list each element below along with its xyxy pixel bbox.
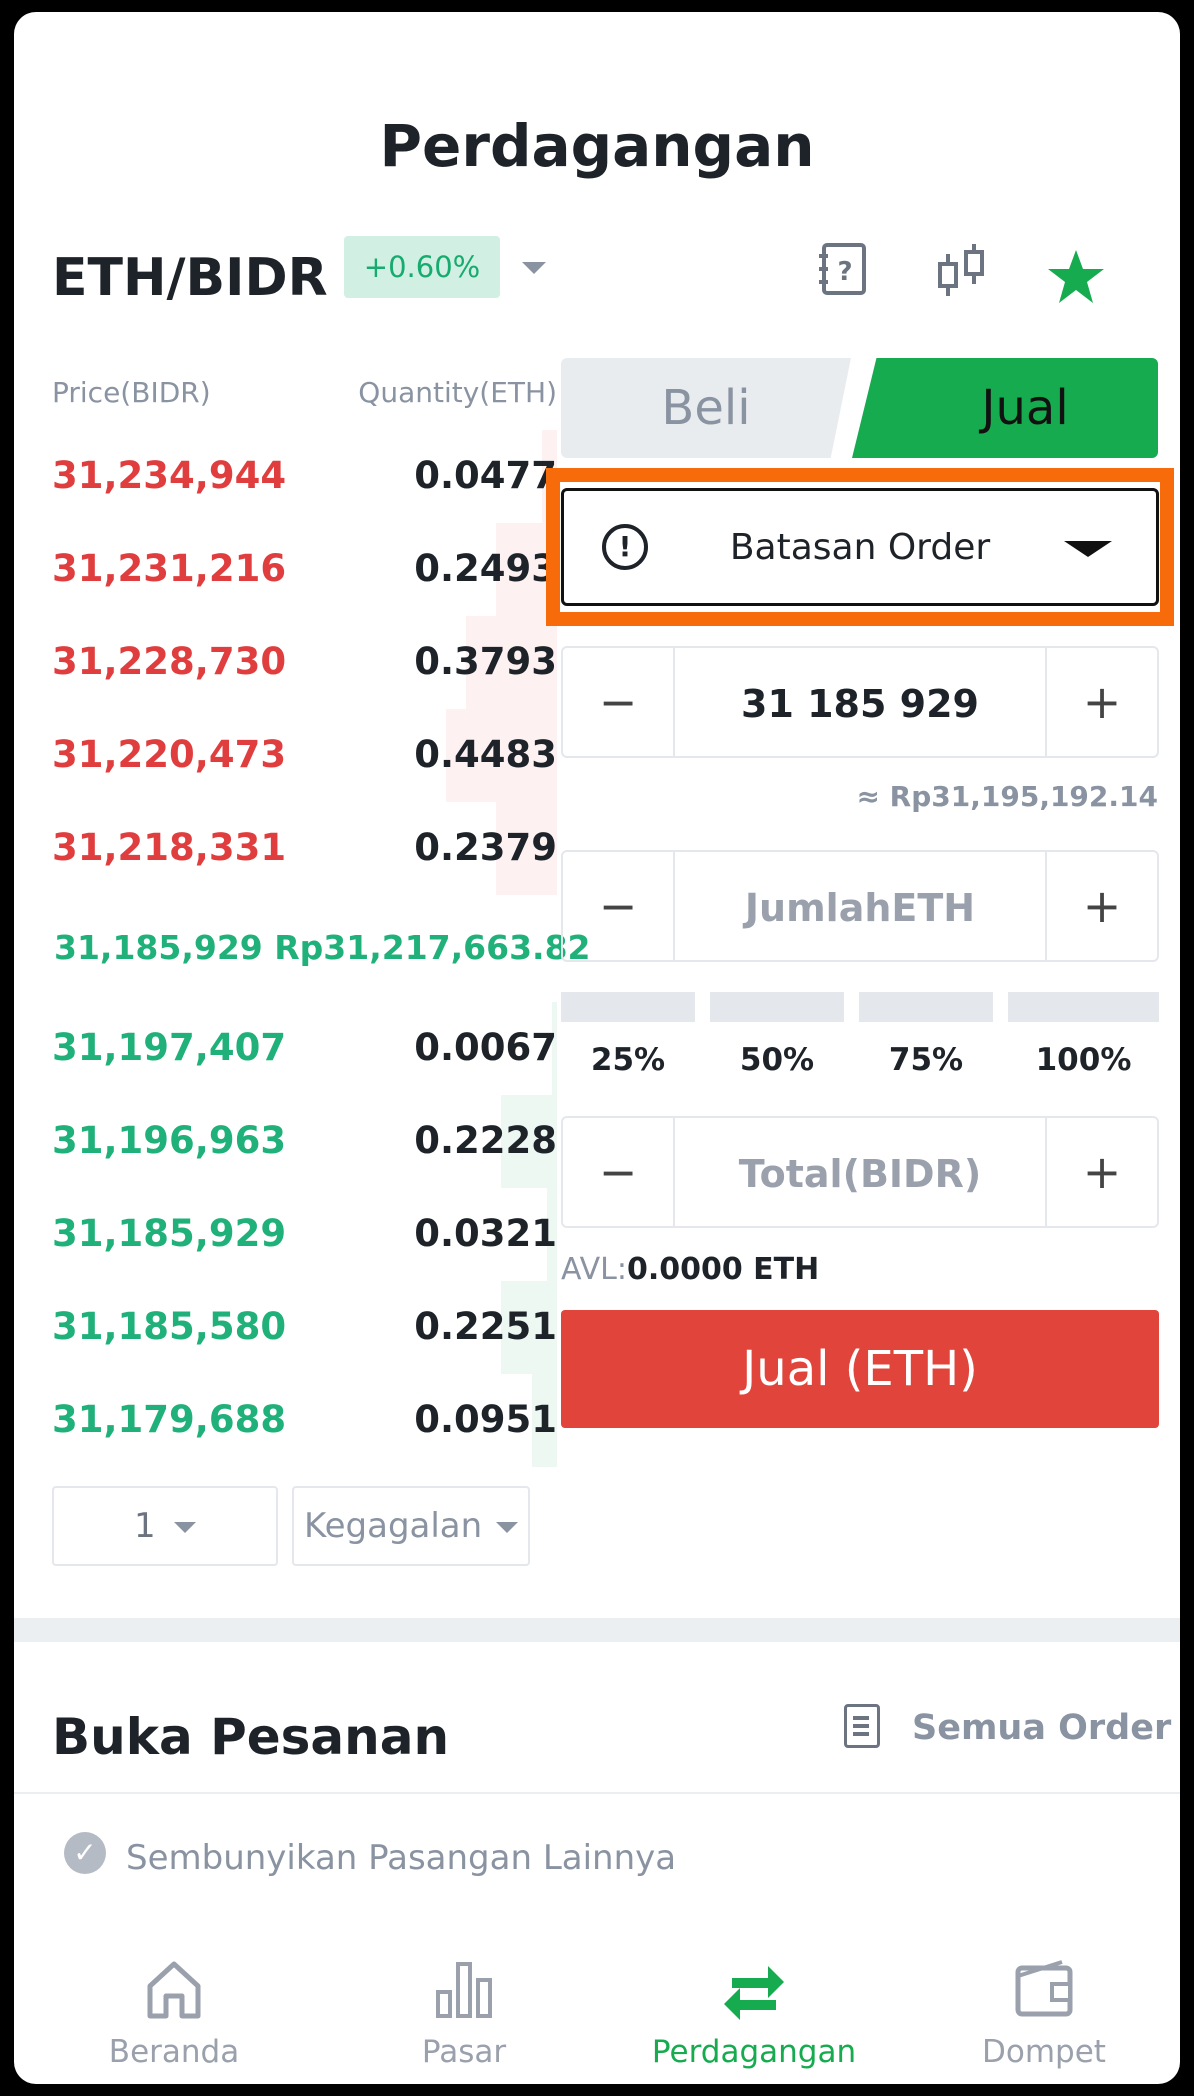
total-input[interactable]: Total(BIDR)	[675, 1152, 1045, 1196]
percent-bar-75[interactable]	[859, 992, 993, 1022]
swap-arrows-icon	[724, 1966, 784, 2020]
orderbook-quantity: 0.2493	[414, 547, 557, 590]
percent-label-100[interactable]: 100%	[1008, 1042, 1159, 1078]
precision-value: 1	[134, 1506, 156, 1546]
price-column-header: Price(BIDR)	[52, 376, 211, 409]
total-plus-button[interactable]: +	[1045, 1118, 1157, 1226]
available-label: AVL:	[561, 1252, 627, 1287]
orderbook-price: 31,218,331	[52, 826, 287, 869]
pair-dropdown-icon[interactable]	[522, 262, 546, 274]
percent-label-75[interactable]: 75%	[859, 1042, 993, 1078]
orderbook-price: 31,185,929	[52, 1212, 287, 1255]
orderbook-quantity: 0.2379	[414, 826, 557, 869]
percent-label-25[interactable]: 25%	[561, 1042, 695, 1078]
orderbook-row[interactable]: 31,179,688 0.0951	[52, 1374, 557, 1467]
orderbook-row[interactable]: 31,220,473 0.4483	[52, 709, 557, 802]
orderbook-row[interactable]: 31,218,331 0.2379	[52, 802, 557, 895]
percent-bar-25[interactable]	[561, 992, 695, 1022]
open-orders-title: Buka Pesanan	[52, 1708, 450, 1766]
depth-mode-select[interactable]: Kegagalan	[292, 1486, 530, 1566]
last-price[interactable]: 31,185,929 Rp31,217,663.82	[54, 928, 591, 967]
tab-buy-label: Beli	[661, 380, 751, 436]
tab-sell[interactable]: Jual	[852, 358, 1158, 458]
tab-buy[interactable]: Beli	[561, 358, 851, 458]
pair-selector[interactable]: ETH/BIDR	[52, 248, 328, 308]
orderbook-quantity: 0.0477	[414, 454, 557, 497]
total-stepper[interactable]: − Total(BIDR) +	[561, 1116, 1159, 1228]
question-book-icon[interactable]: ?	[818, 242, 868, 296]
app-screen: Perdagangan ETH/BIDR +0.60% ? Price(BIDR…	[14, 12, 1180, 2084]
amount-input[interactable]: JumlahETH	[675, 886, 1045, 930]
orderbook-quantity: 0.0951	[414, 1398, 557, 1441]
wallet-icon	[1015, 1960, 1073, 2017]
document-list-icon	[844, 1704, 880, 1748]
nav-label: Dompet	[982, 2034, 1106, 2070]
last-price-value: 31,185,929	[54, 928, 263, 967]
price-approx: ≈ Rp31,195,192.14	[856, 780, 1158, 813]
percent-label-50[interactable]: 50%	[710, 1042, 844, 1078]
total-minus-button[interactable]: −	[563, 1118, 675, 1226]
orderbook-price: 31,228,730	[52, 640, 287, 683]
last-price-idr: Rp31,217,663.82	[274, 928, 591, 967]
price-change-badge: +0.60%	[344, 236, 500, 298]
orderbook-row[interactable]: 31,234,944 0.0477	[52, 430, 557, 523]
depth-mode-value: Kegagalan	[304, 1506, 483, 1546]
nav-label: Pasar	[421, 2034, 507, 2070]
orderbook-price: 31,234,944	[52, 454, 287, 497]
candlestick-icon[interactable]	[934, 240, 990, 300]
percent-bar-50[interactable]	[710, 992, 844, 1022]
svg-text:?: ?	[837, 257, 852, 287]
all-orders-label: Semua Order	[912, 1708, 1172, 1748]
percent-bar-100[interactable]	[1008, 992, 1159, 1022]
orderbook-quantity: 0.0321	[414, 1212, 557, 1255]
orderbook-row[interactable]: 31,185,929 0.0321	[52, 1188, 557, 1281]
orderbook-row[interactable]: 31,231,216 0.2493	[52, 523, 557, 616]
available-value: 0.0000 ETH	[626, 1252, 820, 1287]
order-type-select[interactable]: ! Batasan Order	[561, 488, 1159, 606]
page-title: Perdagangan	[379, 112, 815, 180]
orderbook-row[interactable]: 31,197,407 0.0067	[52, 1002, 557, 1095]
price-input[interactable]: 31 185 929	[675, 682, 1045, 726]
hide-other-pairs-label[interactable]: Sembunyikan Pasangan Lainnya	[126, 1838, 676, 1878]
orderbook-row[interactable]: 31,196,963 0.2228	[52, 1095, 557, 1188]
chevron-down-icon	[174, 1522, 196, 1533]
amount-minus-button[interactable]: −	[563, 852, 675, 960]
divider	[14, 1792, 1180, 1794]
nav-label: Beranda	[108, 2034, 240, 2070]
orderbook-price: 31,220,473	[52, 733, 287, 776]
available-balance: AVL:0.0000 ETH	[561, 1252, 819, 1287]
orderbook-price: 31,231,216	[52, 547, 287, 590]
home-icon	[147, 1961, 201, 2019]
price-stepper[interactable]: − 31 185 929 +	[561, 646, 1159, 758]
orderbook-row[interactable]: 31,228,730 0.3793	[52, 616, 557, 709]
price-plus-button[interactable]: +	[1045, 648, 1157, 756]
orderbook-quantity: 0.3793	[414, 640, 557, 683]
section-divider	[14, 1618, 1180, 1642]
check-circle-icon[interactable]: ✓	[64, 1832, 106, 1874]
bar-chart-icon	[436, 1962, 492, 2018]
orderbook-price: 31,179,688	[52, 1398, 287, 1441]
orderbook-quantity: 0.4483	[414, 733, 557, 776]
nav-label: Perdagangan	[651, 2034, 857, 2070]
sell-button[interactable]: Jual (ETH)	[561, 1310, 1159, 1428]
quantity-column-header: Quantity(ETH)	[358, 376, 557, 409]
orderbook-price: 31,196,963	[52, 1119, 287, 1162]
star-icon[interactable]	[1046, 248, 1106, 306]
orderbook-row[interactable]: 31,185,580 0.2251	[52, 1281, 557, 1374]
price-minus-button[interactable]: −	[563, 648, 675, 756]
orderbook-price: 31,197,407	[52, 1026, 287, 1069]
amount-plus-button[interactable]: +	[1045, 852, 1157, 960]
caret-down-icon	[1064, 541, 1112, 557]
chevron-down-icon	[496, 1522, 518, 1533]
orderbook-quantity: 0.0067	[414, 1026, 557, 1069]
precision-select[interactable]: 1	[52, 1486, 278, 1566]
orderbook-price: 31,185,580	[52, 1305, 287, 1348]
tab-sell-label: Jual	[981, 380, 1069, 436]
orderbook-quantity: 0.2228	[414, 1119, 557, 1162]
amount-stepper[interactable]: − JumlahETH +	[561, 850, 1159, 962]
orderbook-quantity: 0.2251	[414, 1305, 557, 1348]
